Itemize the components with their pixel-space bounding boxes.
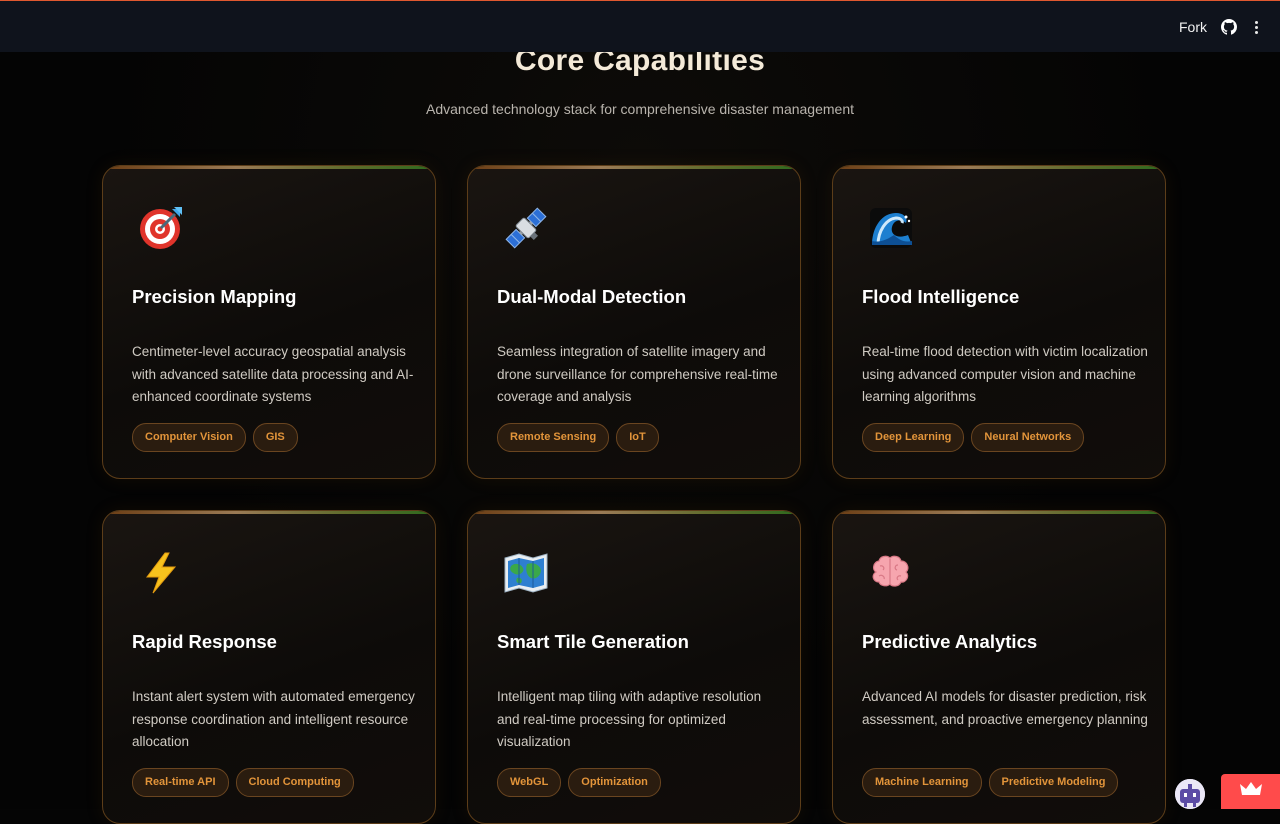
- page-subtitle: Advanced technology stack for comprehens…: [425, 101, 854, 117]
- github-icon[interactable]: [1221, 19, 1237, 35]
- crown-button[interactable]: [1221, 774, 1280, 809]
- card-title: Dual-Modal Detection: [497, 286, 687, 307]
- card-dual-modal-detection[interactable]: Dual-Modal Detection Seamless integratio…: [467, 165, 801, 479]
- card-description: Real-time flood detection with victim lo…: [862, 344, 1148, 404]
- tag-machine-learning[interactable]: Machine Learning: [862, 768, 982, 797]
- tag-realtime-api[interactable]: Real-time API: [132, 768, 229, 797]
- tag-webgl[interactable]: WebGL: [497, 768, 562, 797]
- tag-optimization[interactable]: Optimization: [568, 768, 661, 797]
- lightning-icon: [137, 549, 185, 597]
- tag-cloud-computing[interactable]: Cloud Computing: [235, 768, 354, 797]
- tag-list: Computer Vision GIS: [132, 423, 298, 452]
- card-predictive-analytics[interactable]: Predictive Analytics Advanced AI models …: [832, 510, 1166, 824]
- wave-icon: [867, 204, 915, 252]
- card-title: Precision Mapping: [132, 286, 297, 307]
- tag-iot[interactable]: IoT: [616, 423, 659, 452]
- toolbar-actions: Fork: [1179, 1, 1262, 53]
- tag-gis[interactable]: GIS: [252, 423, 298, 452]
- brain-icon: [867, 549, 915, 597]
- fork-button[interactable]: Fork: [1179, 19, 1207, 35]
- tag-list: Deep Learning Neural Networks: [862, 423, 1085, 452]
- card-description: Intelligent map tiling with adaptive res…: [497, 689, 762, 749]
- crown-icon: [1239, 781, 1262, 802]
- bot-avatar-icon[interactable]: [1175, 779, 1205, 809]
- tag-list: Remote Sensing IoT: [497, 423, 659, 452]
- card-title: Smart Tile Generation: [497, 631, 689, 652]
- vertical-ellipsis-icon[interactable]: [1251, 19, 1262, 36]
- card-smart-tile-generation[interactable]: Smart Tile Generation Intelligent map ti…: [467, 510, 801, 824]
- map-icon: [502, 549, 550, 597]
- tag-predictive-modeling[interactable]: Predictive Modeling: [988, 768, 1119, 797]
- tag-computer-vision[interactable]: Computer Vision: [132, 423, 246, 452]
- main-content: Core Capabilities Advanced technology st…: [0, 0, 1280, 824]
- card-precision-mapping[interactable]: Precision Mapping Centimeter-level accur…: [102, 165, 436, 479]
- satellite-icon: [502, 204, 550, 252]
- card-description: Instant alert system with automated emer…: [132, 689, 415, 749]
- target-icon: [137, 204, 185, 252]
- card-description: Advanced AI models for disaster predicti…: [862, 689, 1148, 727]
- tag-remote-sensing[interactable]: Remote Sensing: [497, 423, 610, 452]
- card-title: Predictive Analytics: [862, 631, 1038, 652]
- card-description: Seamless integration of satellite imager…: [497, 344, 778, 404]
- card-title: Rapid Response: [132, 631, 277, 652]
- tag-deep-learning[interactable]: Deep Learning: [862, 423, 965, 452]
- tag-list: Real-time API Cloud Computing: [132, 768, 354, 797]
- card-description: Centimeter-level accuracy geospatial ana…: [132, 344, 414, 404]
- tag-list: WebGL Optimization: [497, 768, 661, 797]
- tag-neural-networks[interactable]: Neural Networks: [971, 423, 1085, 452]
- card-rapid-response[interactable]: Rapid Response Instant alert system with…: [102, 510, 436, 824]
- tag-list: Machine Learning Predictive Modeling: [862, 768, 1119, 797]
- card-title: Flood Intelligence: [862, 286, 1020, 307]
- top-toolbar: Fork: [0, 0, 1280, 52]
- card-flood-intelligence[interactable]: Flood Intelligence Real-time flood detec…: [832, 165, 1166, 479]
